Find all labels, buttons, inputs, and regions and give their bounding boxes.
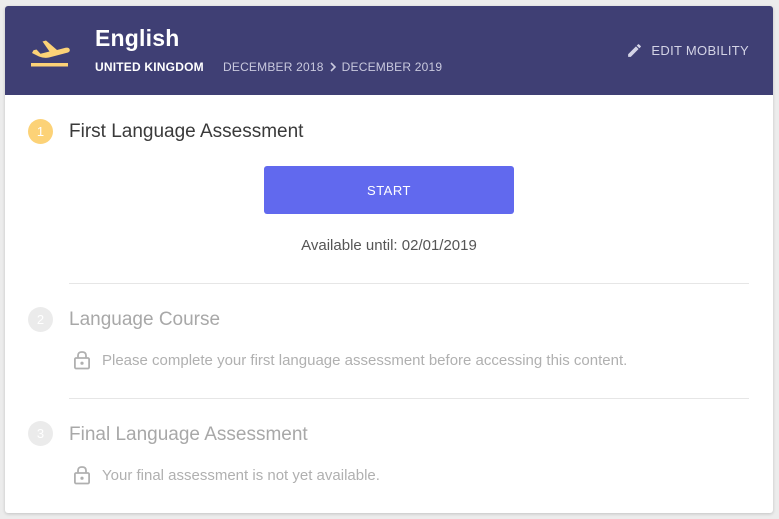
mobility-card: English UNITED KINGDOM DECEMBER 2018 DEC…	[5, 6, 773, 513]
country-label: UNITED KINGDOM	[95, 60, 204, 74]
step-1-title: First Language Assessment	[69, 121, 304, 142]
chevron-right-icon	[330, 62, 336, 72]
language-title: English	[95, 25, 180, 51]
date-start: DECEMBER 2018	[223, 60, 324, 74]
step-2-locked-message: Please complete your first language asse…	[102, 351, 628, 369]
edit-mobility-button[interactable]: EDIT MOBILITY	[626, 42, 749, 59]
step-2-locked-notice: Please complete your first language asse…	[73, 350, 627, 370]
step-3-title: Final Language Assessment	[69, 424, 308, 445]
date-range: DECEMBER 2018 DECEMBER 2019	[223, 60, 442, 74]
step-3-badge: 3	[28, 421, 53, 446]
flight-takeoff-icon	[31, 40, 70, 67]
edit-mobility-label: EDIT MOBILITY	[651, 43, 749, 58]
divider	[69, 283, 749, 284]
step-3-locked-notice: Your final assessment is not yet availab…	[73, 465, 380, 485]
pencil-icon	[628, 44, 642, 57]
step-2-title: Language Course	[69, 309, 221, 330]
start-button[interactable]: START	[264, 166, 514, 214]
mobility-header: English UNITED KINGDOM DECEMBER 2018 DEC…	[5, 6, 773, 95]
lock-icon	[73, 351, 90, 370]
date-end: DECEMBER 2019	[341, 60, 443, 74]
step-2-badge: 2	[28, 307, 53, 332]
step-1-badge: 1	[28, 119, 53, 144]
step-3-locked-message: Your final assessment is not yet availab…	[102, 466, 380, 484]
divider	[69, 398, 749, 399]
available-until-text: Available until: 02/01/2019	[301, 237, 477, 254]
lock-icon	[73, 466, 90, 485]
